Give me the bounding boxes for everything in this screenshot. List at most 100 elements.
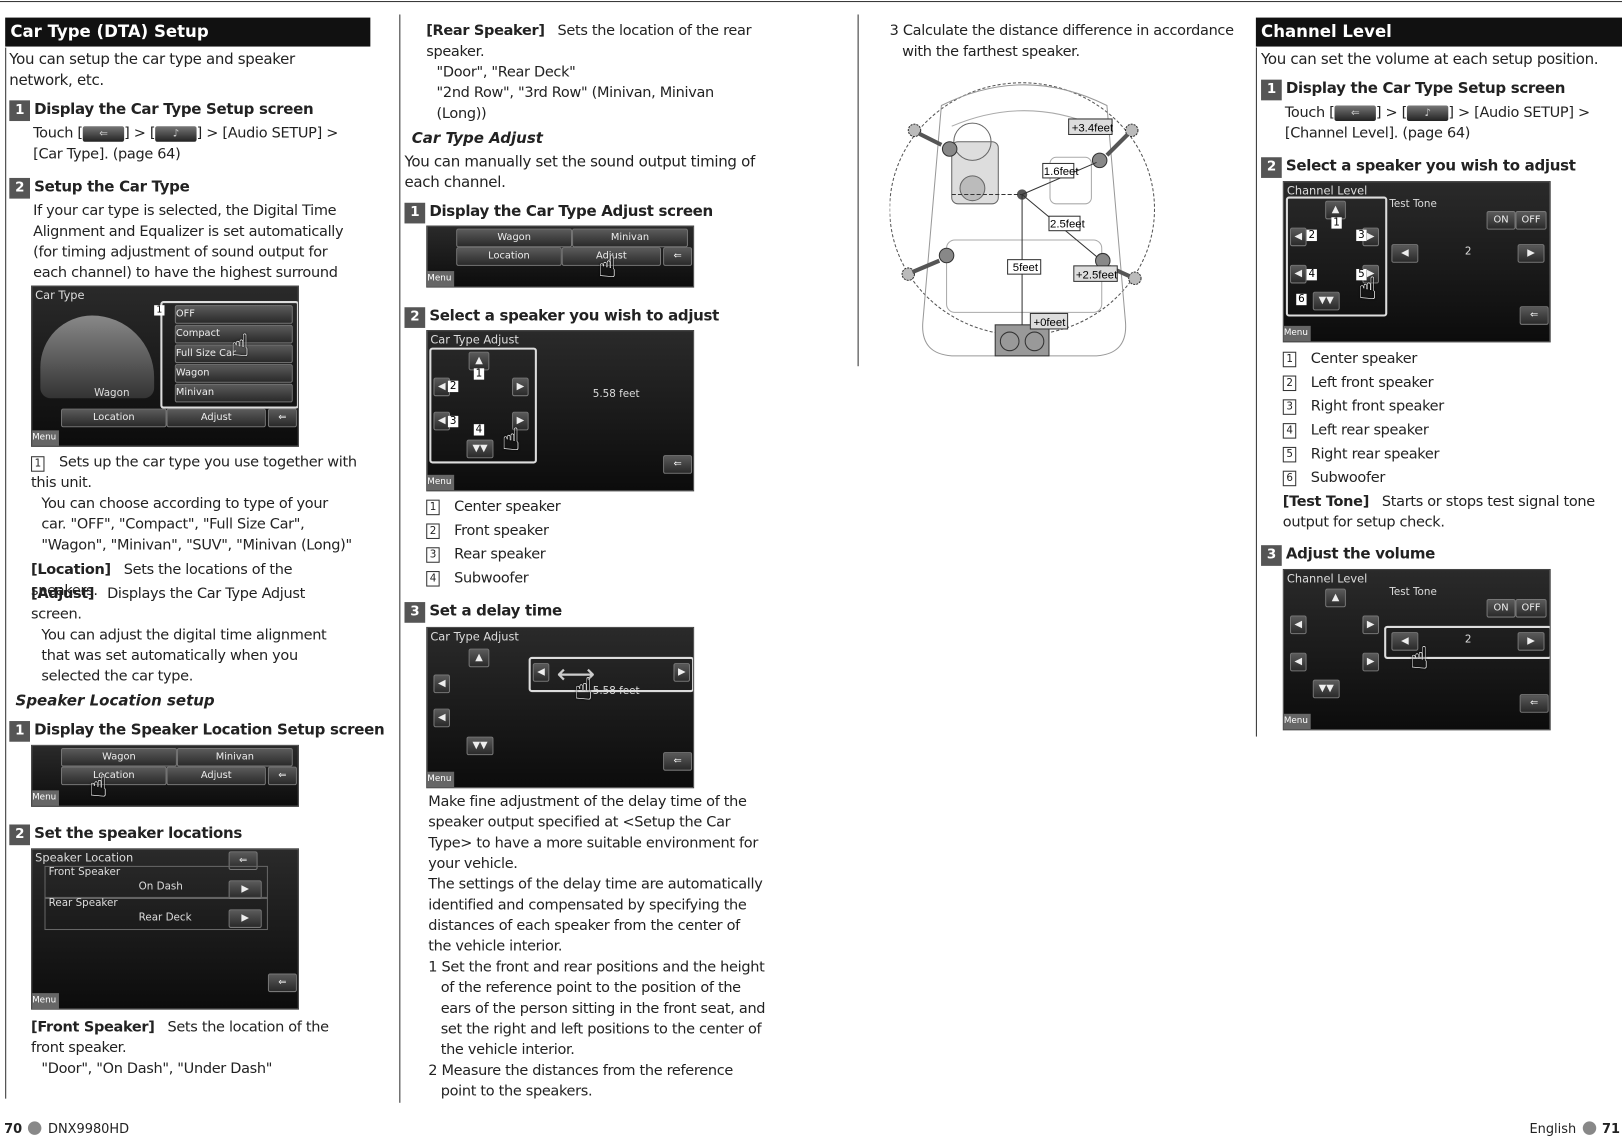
step-number: 1	[9, 721, 31, 742]
menu-button: Menu	[427, 474, 455, 491]
step-1-heading: 1 Display the Car Type Setup screen	[9, 99, 314, 122]
step-title: Display the Car Type Setup screen	[1285, 80, 1566, 98]
left-icon: ◀	[433, 674, 451, 694]
left-icon: ◀	[1290, 615, 1307, 635]
right-icon: ▶	[1362, 652, 1379, 672]
front-left-speaker-icon	[941, 141, 958, 157]
list-item: 2 Front speaker	[426, 520, 560, 544]
label: [Rear Speaker]	[426, 22, 545, 40]
text: Center speaker	[454, 498, 561, 516]
marker: 6	[1282, 470, 1297, 487]
marker: 1	[426, 499, 440, 516]
right-icon: ▶	[512, 377, 529, 397]
delay-value: 5.58 feet	[592, 388, 640, 401]
marker: 4	[1306, 268, 1317, 281]
label: [Front Speaker]	[31, 1018, 155, 1036]
location-button: Location	[61, 766, 167, 786]
marker: 6	[1296, 293, 1307, 306]
car-type-screenshot-small: Wagon Minivan Location Adjust ⇐ Menu ☝	[426, 225, 695, 288]
marker: 1	[154, 305, 165, 316]
increase-icon: ▶	[1517, 244, 1545, 263]
text: ] > [	[1375, 104, 1407, 122]
car-image	[40, 315, 155, 399]
column-guide	[399, 14, 401, 1103]
text: Rear speaker	[454, 546, 546, 563]
list-item: 1 Set the front and rear positions and t…	[428, 958, 766, 1059]
audio-icon: ♪	[1406, 105, 1449, 121]
menu-button: Menu	[32, 993, 59, 1009]
hand-pointer-icon: ☝	[501, 422, 521, 459]
menu-button: Menu	[32, 790, 59, 806]
list-item: 4 Left rear speaker	[1282, 420, 1444, 444]
speaker-location-screenshot: Speaker Location ⇐ Front Speaker On Dash …	[31, 848, 299, 1010]
down-icon: ▼▼	[1312, 679, 1340, 699]
text: Subwoofer	[454, 570, 529, 587]
step-title: Set the speaker locations	[34, 825, 243, 843]
screen-title: Car Type	[35, 288, 85, 303]
top-rule	[0, 1, 1622, 3]
marker: 4	[1282, 423, 1297, 439]
list-item: 3 Rear speaker	[426, 544, 560, 568]
right-icon: ▶	[1362, 615, 1379, 635]
step-title: Display the Car Type Adjust screen	[429, 203, 713, 221]
step-title: Select a speaker you wish to adjust	[429, 308, 720, 325]
column-guide	[1255, 47, 1257, 737]
virtual-speaker-icon	[1128, 271, 1142, 286]
option-minivan: Minivan	[174, 383, 293, 403]
decrease-icon: ◀	[532, 663, 550, 682]
speaker-distance-diagram: +3.4feet 1.6feet 2.5feet 5feet +2.5feet …	[889, 82, 1155, 357]
down-icon: ▼▼	[466, 439, 494, 459]
list-item: 1 Center speaker	[1282, 349, 1444, 373]
list-item: 1 Center speaker	[426, 497, 561, 521]
text: Subwoofer	[1310, 469, 1386, 487]
list-item: 6 Subwoofer	[1282, 468, 1444, 492]
label: [Adjust]	[31, 585, 95, 603]
location-button: Location	[456, 247, 562, 266]
screen-title: Speaker Location	[35, 851, 134, 865]
rear-left-speaker-icon	[938, 247, 955, 264]
dot-icon	[1582, 1121, 1596, 1135]
dot-icon	[28, 1121, 42, 1135]
marker: 4	[473, 424, 485, 436]
step-number: 2	[9, 824, 31, 846]
label: Front Speaker	[48, 866, 121, 879]
hand-pointer-icon: ☝	[574, 671, 594, 708]
adjust-desc: [Adjust] Displays the Car Type Adjust sc…	[31, 583, 357, 686]
selected-type: Wagon	[94, 387, 130, 400]
options: "Door", "Rear Deck"	[436, 64, 576, 81]
marker: 1	[1331, 217, 1342, 229]
hand-pointer-icon: ☝	[230, 327, 250, 365]
text: You can adjust the digital time alignmen…	[41, 626, 327, 685]
label: 5feet	[1013, 262, 1039, 274]
step-number: 1	[1261, 79, 1282, 101]
text: Touch [	[1284, 104, 1335, 122]
value: On Dash	[138, 881, 183, 893]
text: Center speaker	[1310, 350, 1418, 368]
menu-button: Menu	[1283, 325, 1311, 342]
text: ] > [	[124, 125, 156, 142]
menu-button: Menu	[1283, 713, 1311, 730]
marker: 2	[1306, 229, 1317, 242]
step-number: 3	[1261, 545, 1282, 566]
label: 2.5feet	[1050, 219, 1086, 231]
up-icon: ▲	[1325, 588, 1346, 608]
level-value: 2	[1464, 246, 1472, 258]
minivan-button: Minivan	[572, 228, 688, 248]
car-type-screenshot: Car Type Wagon 1 OFF Compact Full Size C…	[31, 285, 299, 447]
left-icon: ◀	[1290, 264, 1307, 284]
location-button: Location	[61, 408, 167, 428]
menu-button: Menu	[32, 430, 59, 446]
label: Rear Speaker	[48, 897, 118, 910]
option-wagon: Wagon	[174, 364, 293, 383]
step-title: Display the Car Type Setup screen	[34, 101, 314, 118]
step-number: 2	[1261, 157, 1282, 178]
adjust-button: Adjust	[166, 766, 266, 786]
model-name: DNX9980HD	[48, 1120, 130, 1136]
label: +2.5feet	[1076, 269, 1118, 281]
text: Front speaker	[454, 522, 549, 539]
step-3-heading: 3 Adjust the volume	[1261, 544, 1435, 566]
text: Right front speaker	[1310, 398, 1444, 415]
on-button: ON	[1486, 598, 1516, 618]
wagon-button: Wagon	[456, 228, 573, 248]
back-icon: ⇐	[1519, 306, 1549, 325]
